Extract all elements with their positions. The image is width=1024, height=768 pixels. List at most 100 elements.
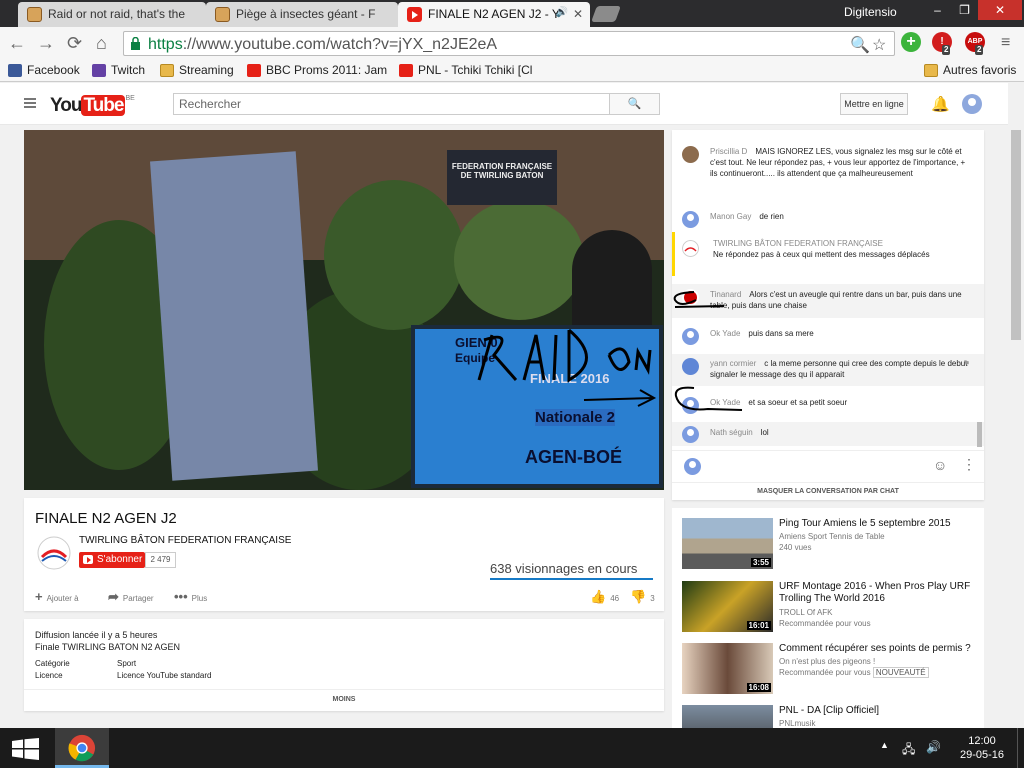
category-label: Catégorie — [35, 659, 70, 668]
bookmark-star-icon[interactable]: ☆ — [872, 35, 886, 55]
zoom-icon[interactable]: 🔍 — [850, 35, 870, 55]
subscribe-button[interactable]: S'abonner — [79, 552, 145, 568]
plus-icon: + — [35, 589, 43, 604]
browser-toolbar: ← → ⟳ ⌂ https://www.youtube.com/watch?v=… — [0, 27, 1024, 60]
youtube-masthead: You Tube BE Rechercher 🔍 Mettre en ligne 🔔 — [0, 83, 1024, 125]
notifications-bell-icon[interactable]: 🔔 — [931, 95, 950, 113]
menu-icon[interactable]: ≡ — [1001, 33, 1010, 53]
account-avatar[interactable] — [962, 94, 982, 114]
related-video[interactable]: 16:08 Comment récupérer ses points de pe… — [682, 643, 982, 698]
share-button[interactable]: ➦ Partager — [108, 589, 154, 605]
video-thumbnail[interactable]: 3:55 — [682, 518, 773, 569]
twitch-icon — [92, 64, 106, 77]
viewer-count-underline — [490, 578, 653, 580]
channel-name[interactable]: TWIRLING BÂTON FEDERATION FRANÇAISE — [79, 535, 291, 546]
tab-title: Raid or not raid, that's the — [48, 7, 186, 21]
youtube-icon — [247, 64, 261, 77]
youtube-icon — [407, 7, 422, 22]
tray-expand-icon[interactable]: ▲ — [880, 740, 889, 750]
speaker-icon[interactable]: 🔊 — [556, 7, 568, 18]
description-text: Finale TWIRLING BATON N2 AGEN — [35, 642, 181, 652]
show-less-button[interactable]: MOINS — [24, 689, 664, 703]
windows-start-icon[interactable] — [12, 738, 39, 760]
thumbs-down-icon: 👎 — [630, 589, 647, 604]
dislike-button[interactable]: 👎 3 — [630, 589, 655, 605]
chrome-icon — [68, 734, 96, 762]
bookmark-bbc-proms[interactable]: BBC Proms 2011: Jam — [247, 63, 387, 77]
thumbs-up-icon: 👍 — [590, 589, 607, 604]
network-icon[interactable]: 🖧 — [902, 740, 915, 761]
browser-tab-active[interactable]: FINALE N2 AGEN J2 - Y 🔊 ✕ — [398, 2, 590, 27]
dog-face-icon — [215, 7, 230, 22]
browser-tab[interactable]: Piège à insectes géant - F — [206, 2, 398, 27]
subscriber-count: 2 479 — [145, 552, 176, 568]
live-chat-panel: Priscillia D MAIS IGNOREZ LES, vous signa… — [672, 130, 984, 500]
search-icon: 🔍 — [627, 98, 642, 110]
other-bookmarks[interactable]: Autres favoris — [924, 63, 1016, 77]
guide-menu-icon[interactable] — [24, 98, 36, 110]
like-button[interactable]: 👍 46 — [590, 589, 619, 605]
doodle-circles — [673, 291, 743, 411]
video-info-card: FINALE N2 AGEN J2 TWIRLING BÂTON FEDERAT… — [24, 498, 664, 611]
related-video[interactable]: 3:55 Ping Tour Amiens le 5 septembre 201… — [682, 518, 982, 573]
upload-button[interactable]: Mettre en ligne — [840, 93, 908, 115]
new-tab-button[interactable] — [591, 6, 621, 22]
chat-scrollbar[interactable] — [977, 422, 982, 447]
browser-tab[interactable]: Raid or not raid, that's the — [18, 2, 206, 27]
bookmark-facebook[interactable]: Facebook — [8, 63, 80, 77]
folder-icon — [160, 64, 174, 77]
maximize-button[interactable]: ❐ — [951, 0, 978, 20]
system-clock[interactable]: 12:00 29-05-16 — [952, 734, 1012, 762]
live-viewer-count: 638 visionnages en cours — [490, 561, 638, 576]
bookmark-pnl[interactable]: PNL - Tchiki Tchiki [Cl — [399, 63, 532, 77]
add-to-button[interactable]: + Ajouter à — [35, 589, 79, 604]
video-title: FINALE N2 AGEN J2 — [35, 510, 177, 527]
related-video[interactable]: 16:01 URF Montage 2016 - When Pros Play … — [682, 581, 982, 636]
more-dots-icon: ••• — [174, 589, 188, 604]
hide-chat-button[interactable]: MASQUER LA CONVERSATION PAR CHAT — [672, 482, 984, 500]
more-button[interactable]: ••• Plus — [174, 589, 207, 604]
home-icon[interactable]: ⌂ — [96, 33, 107, 53]
channel-logo[interactable] — [36, 535, 72, 571]
search-input[interactable]: Rechercher — [173, 93, 610, 115]
page-scrollbar-thumb[interactable] — [1011, 130, 1021, 340]
bookmark-twitch[interactable]: Twitch — [92, 63, 145, 77]
related-video[interactable]: PNL - DA [Clip Officiel] PNLmusik — [682, 705, 982, 728]
new-badge: NOUVEAUTÉ — [872, 667, 929, 678]
minimize-button[interactable]: – — [924, 0, 951, 20]
close-window-button[interactable]: ✕ — [978, 0, 1022, 20]
back-icon[interactable]: ← — [8, 33, 26, 53]
emoji-icon[interactable]: ☺ — [933, 457, 947, 473]
tab-title: FINALE N2 AGEN J2 - Y — [428, 7, 560, 21]
video-thumbnail[interactable]: 16:01 — [682, 581, 773, 632]
add-extension-icon[interactable]: + — [901, 32, 921, 52]
bookmark-streaming[interactable]: Streaming — [160, 63, 234, 77]
profile-name[interactable]: Digitensio — [844, 5, 897, 19]
browser-titlebar: Raid or not raid, that's the Piège à ins… — [0, 0, 1024, 27]
category-value[interactable]: Sport — [117, 659, 136, 668]
dog-face-icon — [27, 7, 42, 22]
extension-icon[interactable]: ! 2 — [932, 32, 952, 55]
lock-icon — [131, 37, 140, 50]
adblock-icon[interactable]: ABP 2 — [965, 32, 985, 55]
youtube-icon — [399, 64, 413, 77]
license-label: Licence — [35, 671, 63, 680]
close-tab-icon[interactable]: ✕ — [573, 7, 583, 21]
youtube-logo[interactable]: You Tube BE — [50, 95, 135, 117]
video-player[interactable]: FEDERATION FRANÇAISE DE TWIRLING BATON G… — [24, 130, 664, 490]
license-value[interactable]: Licence YouTube standard — [117, 671, 211, 680]
volume-icon[interactable]: 🔊 — [926, 740, 941, 754]
avatar — [684, 458, 701, 475]
video-thumbnail[interactable]: 16:08 — [682, 643, 773, 694]
url-text: https://www.youtube.com/watch?v=jYX_n2JE… — [148, 36, 498, 53]
taskbar-chrome[interactable] — [55, 728, 109, 768]
search-button[interactable]: 🔍 — [609, 93, 660, 115]
show-desktop-button[interactable] — [1017, 728, 1024, 768]
video-thumbnail[interactable] — [682, 705, 773, 728]
forward-icon[interactable]: → — [37, 33, 55, 53]
chat-input-row[interactable]: ☺ ⋮ — [672, 450, 984, 482]
tab-title: Piège à insectes géant - F — [236, 7, 376, 21]
reload-icon[interactable]: ⟳ — [67, 33, 82, 53]
more-vert-icon[interactable]: ⋮ — [962, 456, 976, 473]
address-bar[interactable]: https://www.youtube.com/watch?v=jYX_n2JE… — [123, 31, 895, 56]
